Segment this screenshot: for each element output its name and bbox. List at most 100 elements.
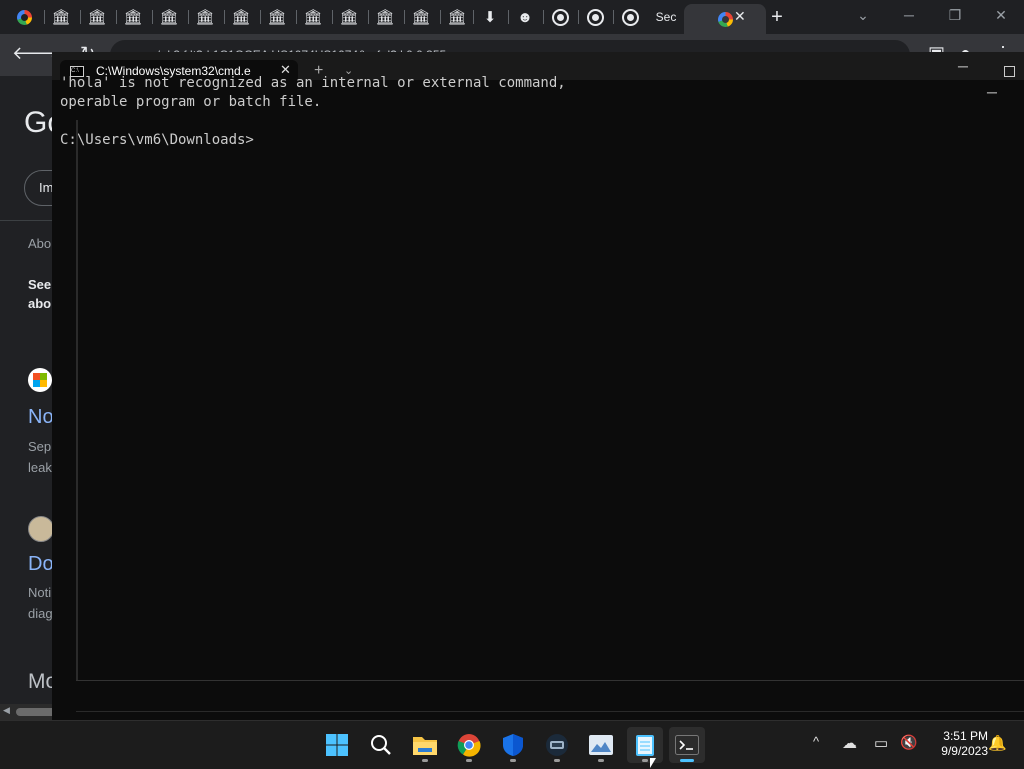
google-logo[interactable]: Go: [24, 106, 52, 140]
speaker-muted-icon[interactable]: 🔇: [900, 734, 917, 751]
photos-button[interactable]: [583, 727, 619, 763]
clock-date: 9/9/2023: [941, 744, 988, 758]
vm-app-button[interactable]: [539, 727, 575, 763]
chrome-tab[interactable]: 🏛: [262, 4, 292, 30]
see-line-1: See: [28, 277, 52, 292]
tab-separator: [368, 10, 369, 24]
terminal-maximize-icon[interactable]: [1004, 66, 1015, 77]
result-1-title[interactable]: No: [28, 406, 54, 429]
photo-icon: [589, 735, 613, 755]
smiley-icon: ☻: [517, 8, 533, 26]
snippet-line: diag: [28, 606, 53, 621]
chrome-tab[interactable]: 🏛: [82, 4, 112, 30]
chrome-tab[interactable]: ☻: [510, 4, 540, 30]
frame-border: [76, 680, 1024, 681]
running-indicator: [598, 759, 604, 762]
chrome-icon: [586, 8, 604, 26]
chrome-tab[interactable]: 🏛: [118, 4, 148, 30]
bank-icon: 🏛: [339, 8, 359, 26]
running-indicator: [510, 759, 516, 762]
bank-icon: 🏛: [411, 8, 431, 26]
chrome-tab[interactable]: 🏛: [298, 4, 328, 30]
frame-border: [76, 711, 1024, 712]
chrome-tab[interactable]: [615, 4, 645, 30]
app-icon: [546, 734, 568, 756]
shield-icon: [503, 734, 523, 756]
tab-separator: [508, 10, 509, 24]
chrome-tab-active[interactable]: ✕: [684, 4, 766, 34]
minimize-icon[interactable]: ─: [987, 84, 997, 100]
chrome-taskbar-button[interactable]: [451, 727, 487, 763]
tab-separator: [80, 10, 81, 24]
chrome-tab[interactable]: 🏛: [334, 4, 364, 30]
chrome-tab[interactable]: 🏛: [154, 4, 184, 30]
chrome-tab[interactable]: ⬇: [475, 4, 505, 30]
search-button[interactable]: [363, 727, 399, 763]
start-button[interactable]: [319, 727, 355, 763]
tab-separator: [473, 10, 474, 24]
tab-separator: [613, 10, 614, 24]
bank-icon: 🏛: [231, 8, 251, 26]
scroll-left-icon[interactable]: ◀: [3, 705, 10, 716]
terminal-prompt: C:\Users\vm6\Downloads>: [60, 132, 254, 148]
about-results-text: Abo: [28, 236, 52, 251]
tab-separator: [116, 10, 117, 24]
chrome-tab[interactable]: 🏛: [442, 4, 472, 30]
bank-icon: 🏛: [123, 8, 143, 26]
chrome-tab[interactable]: 🏛: [406, 4, 436, 30]
chrome-tab[interactable]: [545, 4, 575, 30]
tab-close-icon[interactable]: ✕: [734, 8, 746, 25]
terminal-window[interactable]: C:\ C:\Windows\system32\cmd.e ✕ + ⌄ ─ ─ …: [52, 52, 1024, 720]
bank-icon: 🏛: [195, 8, 215, 26]
tab-separator: [152, 10, 153, 24]
clock[interactable]: 3:51 PM 9/9/2023: [924, 729, 988, 759]
tab-separator: [543, 10, 544, 24]
result-2-snippet: Noti diag: [28, 582, 54, 624]
terminal-taskbar-button[interactable]: [669, 727, 705, 763]
file-explorer-button[interactable]: [407, 727, 443, 763]
tab-search-icon[interactable]: ⌄: [840, 0, 886, 30]
active-indicator: [680, 759, 694, 762]
minimize-icon[interactable]: ─: [886, 0, 932, 30]
tab-separator: [296, 10, 297, 24]
bank-icon: 🏛: [447, 8, 467, 26]
chrome-tab[interactable]: 🏛: [190, 4, 220, 30]
chrome-tab[interactable]: [580, 4, 610, 30]
tab-separator: [44, 10, 45, 24]
notepad-icon: [636, 735, 654, 756]
close-window-icon[interactable]: ✕: [978, 0, 1024, 30]
bank-icon: 🏛: [375, 8, 395, 26]
chrome-icon: [621, 8, 639, 26]
running-indicator: [554, 759, 560, 762]
chrome-tab[interactable]: 🏛: [370, 4, 400, 30]
terminal-minimize-icon[interactable]: ─: [958, 58, 968, 74]
notepad-button[interactable]: [627, 727, 663, 763]
onedrive-icon[interactable]: ☁: [842, 734, 857, 752]
bank-icon: 🏛: [303, 8, 323, 26]
chrome-tab[interactable]: Sec: [651, 4, 681, 30]
result-2-title[interactable]: Do: [28, 553, 54, 576]
tab-separator: [332, 10, 333, 24]
google-icon: [717, 11, 733, 27]
new-tab-button[interactable]: +: [762, 4, 792, 30]
bank-icon: 🏛: [87, 8, 107, 26]
chrome-icon: [551, 8, 569, 26]
chrome-icon: [457, 734, 481, 757]
terminal-line: operable program or batch file.: [60, 94, 322, 110]
divider: [0, 220, 60, 221]
snippet-line: Sep: [28, 439, 52, 454]
chrome-tab[interactable]: 🏛: [46, 4, 76, 30]
tab-separator: [440, 10, 441, 24]
defender-button[interactable]: [495, 727, 531, 763]
tab-separator: [404, 10, 405, 24]
chrome-tab[interactable]: [9, 4, 39, 30]
see-results-text: See abo: [28, 275, 54, 313]
taskbar: ^ ☁ ▭ 🔇 3:51 PM 9/9/2023 🔔: [0, 720, 1024, 769]
terminal-output[interactable]: ─ 'hola' is not recognized as an interna…: [52, 75, 1024, 720]
chevron-up-icon[interactable]: ^: [813, 734, 819, 749]
network-icon[interactable]: ▭: [874, 734, 888, 752]
notification-bell-icon[interactable]: 🔔: [988, 734, 1007, 752]
chrome-tab[interactable]: 🏛: [226, 4, 256, 30]
restore-icon[interactable]: ❐: [932, 0, 978, 30]
search-icon: [371, 735, 391, 755]
